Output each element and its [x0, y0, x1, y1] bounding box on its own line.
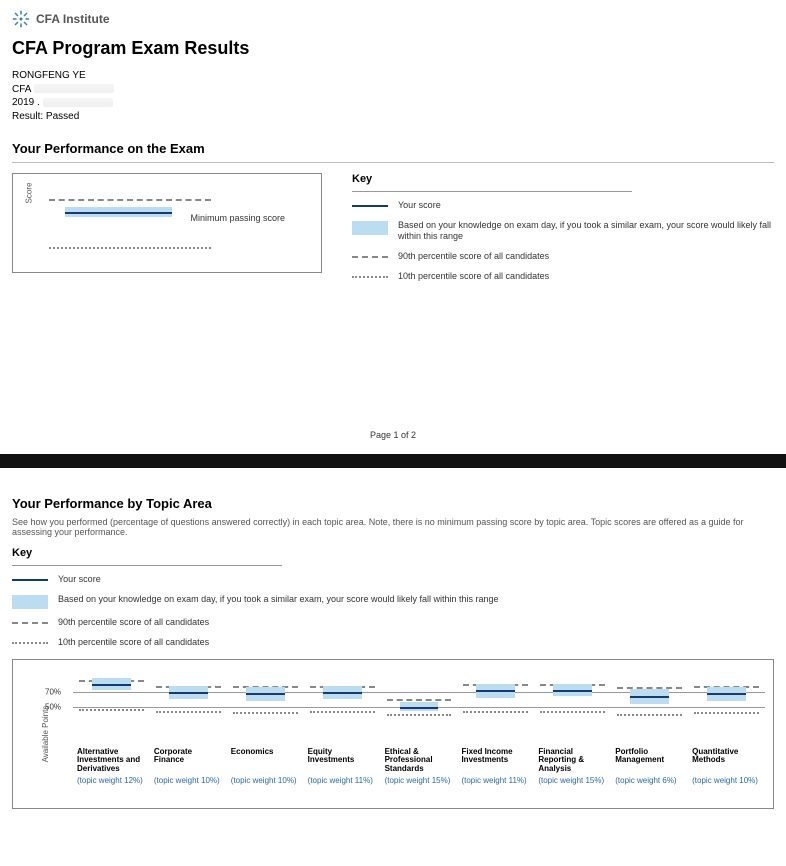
topic-bar: [694, 670, 759, 744]
page-1: CFA Institute CFA Program Exam Results R…: [0, 0, 786, 454]
candidate-result: Result: Passed: [12, 110, 774, 124]
page-2: Your Performance by Topic Area See how y…: [0, 468, 786, 814]
topic-y-axis: Available Points: [41, 705, 50, 762]
legend2-band: Based on your knowledge on exam day, if …: [12, 594, 774, 609]
tick-50: 50%: [45, 702, 61, 711]
page-number: Page 1 of 2: [12, 430, 774, 440]
divider: [12, 162, 774, 163]
page-separator: [0, 454, 786, 468]
org-logo: CFA Institute: [12, 10, 774, 28]
topic-bar: [617, 670, 682, 744]
topic-bar: [540, 670, 605, 744]
tick-70: 70%: [45, 687, 61, 696]
y-axis-label: Score: [25, 163, 34, 223]
topic-bar: [233, 670, 298, 744]
perf-heading: Your Performance on the Exam: [12, 141, 774, 156]
mps-label: Minimum passing score: [190, 213, 285, 223]
burst-icon: [12, 10, 30, 28]
legend-title: Key: [352, 173, 774, 185]
topic-label: Quantitative Methods(topic weight 10%): [692, 748, 761, 785]
topic-label: Fixed Income Investments(topic weight 11…: [461, 748, 530, 785]
topic-bar: [156, 670, 221, 744]
topic-label: Equity Investments(topic weight 11%): [308, 748, 377, 785]
legend-band: Based on your knowledge on exam day, if …: [352, 220, 774, 243]
score-line: [65, 212, 172, 214]
org-name: CFA Institute: [36, 12, 110, 26]
legend: Key Your score Based on your knowledge o…: [352, 173, 774, 290]
score-band: [65, 207, 172, 217]
candidate-line3: 2019 .: [12, 96, 774, 110]
topics-note: See how you performed (percentage of que…: [12, 517, 774, 537]
topic-bar: [387, 670, 452, 744]
topic-chart: Available Points 70% 50% Alternative Inv…: [12, 659, 774, 809]
legend-your-score: Your score: [352, 200, 774, 212]
topic-label: Ethical & Professional Standards(topic w…: [385, 748, 454, 785]
legend-2: Key Your score Based on your knowledge o…: [12, 547, 774, 648]
candidate-meta: RONGFENG YE CFA 2019 . Result: Passed: [12, 69, 774, 123]
topic-bar: [310, 670, 375, 744]
topic-bar: [463, 670, 528, 744]
legend2-p90: 90th percentile score of all candidates: [12, 617, 774, 629]
performance-row: Score Minimum passing score Key Your sco…: [12, 173, 774, 290]
legend-p10: 10th percentile score of all candidates: [352, 271, 774, 283]
candidate-line2: CFA: [12, 83, 774, 97]
topic-label: Alternative Investments and Derivatives(…: [77, 748, 146, 785]
topic-label: Financial Reporting & Analysis(topic wei…: [538, 748, 607, 785]
legend-p90: 90th percentile score of all candidates: [352, 251, 774, 263]
legend2-p10: 10th percentile score of all candidates: [12, 637, 774, 649]
p90-line: [49, 199, 211, 201]
p10-line: [49, 247, 211, 249]
topic-label: Economics(topic weight 10%): [231, 748, 300, 785]
topic-label: Portfolio Management(topic weight 6%): [615, 748, 684, 785]
page-title: CFA Program Exam Results: [12, 38, 774, 59]
legend2-your-score: Your score: [12, 574, 774, 586]
topic-label: Corporate Finance(topic weight 10%): [154, 748, 223, 785]
overall-score-chart: Score Minimum passing score: [12, 173, 322, 273]
topics-heading: Your Performance by Topic Area: [12, 496, 774, 511]
topic-bar: [79, 670, 144, 744]
candidate-name: RONGFENG YE: [12, 69, 774, 83]
